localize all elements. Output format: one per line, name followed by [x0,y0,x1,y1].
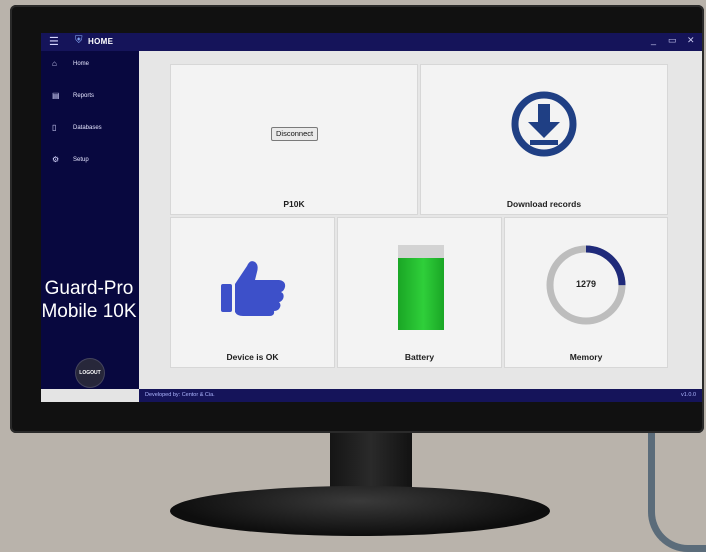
app-window: ☰ ⛨ HOME _ ▭ ✕ ⌂ Home ▤ Reports ▯ Databa [41,33,702,402]
photo-scene: ☰ ⛨ HOME _ ▭ ✕ ⌂ Home ▤ Reports ▯ Databa [0,0,706,552]
version-label: v1.0.0 [681,392,696,398]
product-name-overlay: Guard-Pro Mobile 10K [41,277,149,323]
battery-label: Battery [404,352,435,362]
sidebar-item-label: Reports [73,93,95,99]
monitor-stand-neck [330,432,412,494]
memory-label: Memory [569,352,603,362]
memory-value: 1279 [575,279,597,289]
sidebar-item-label: Setup [73,157,89,163]
report-icon: ▤ [52,91,60,100]
monitor-stand-base [170,486,550,536]
sidebar-item-databases[interactable]: ▯ Databases [41,118,139,140]
battery-gauge [398,245,444,330]
logout-button[interactable]: LOGOUT [76,359,104,387]
gear-icon: ⚙ [52,155,60,164]
battery-level-fill [398,257,444,330]
device-status-label: Device is OK [226,352,279,362]
download-records-tile[interactable]: Download records [421,65,667,214]
battery-tile: Battery [338,218,501,367]
sidebar-item-reports[interactable]: ▤ Reports [41,86,139,108]
developer-credit: Developed by: Centor & Cia. [145,392,215,398]
shield-logo-icon: ⛨ [75,35,83,46]
hamburger-menu-icon[interactable]: ☰ [49,35,59,48]
sidebar-item-label: Home [73,61,90,67]
title-bar: ☰ ⛨ HOME _ ▭ ✕ [41,33,702,51]
device-status-tile: Device is OK [171,218,334,367]
device-name-label: P10K [283,199,305,209]
maximize-icon[interactable]: ▭ [668,35,677,46]
product-model-line: Mobile 10K [41,301,137,322]
product-name-line: Guard-Pro [44,278,134,299]
status-footer: Developed by: Centor & Cia. v1.0.0 [139,389,702,402]
device-tile: Disconnect P10K [171,65,417,214]
disconnect-button[interactable]: Disconnect [271,127,319,141]
sidebar-item-setup[interactable]: ⚙ Setup [41,150,139,172]
window-title: HOME [88,37,114,46]
sidebar-item-home[interactable]: ⌂ Home [41,54,139,76]
dashboard-content: Disconnect P10K Download records Device … [139,51,702,389]
thumbs-up-icon [221,261,286,316]
close-icon[interactable]: ✕ [687,35,695,46]
monitor-bezel: ☰ ⛨ HOME _ ▭ ✕ ⌂ Home ▤ Reports ▯ Databa [10,5,704,433]
monitor-cable [648,420,706,552]
minimize-icon[interactable]: _ [651,35,656,45]
sidebar: ⌂ Home ▤ Reports ▯ Databases ⚙ Setup LOG… [41,51,139,389]
database-icon: ▯ [52,123,57,132]
download-icon [511,91,577,157]
sidebar-item-label: Databases [73,125,102,131]
download-records-label: Download records [506,199,582,209]
home-icon: ⌂ [52,59,57,68]
memory-tile: 1279 Memory [505,218,667,367]
